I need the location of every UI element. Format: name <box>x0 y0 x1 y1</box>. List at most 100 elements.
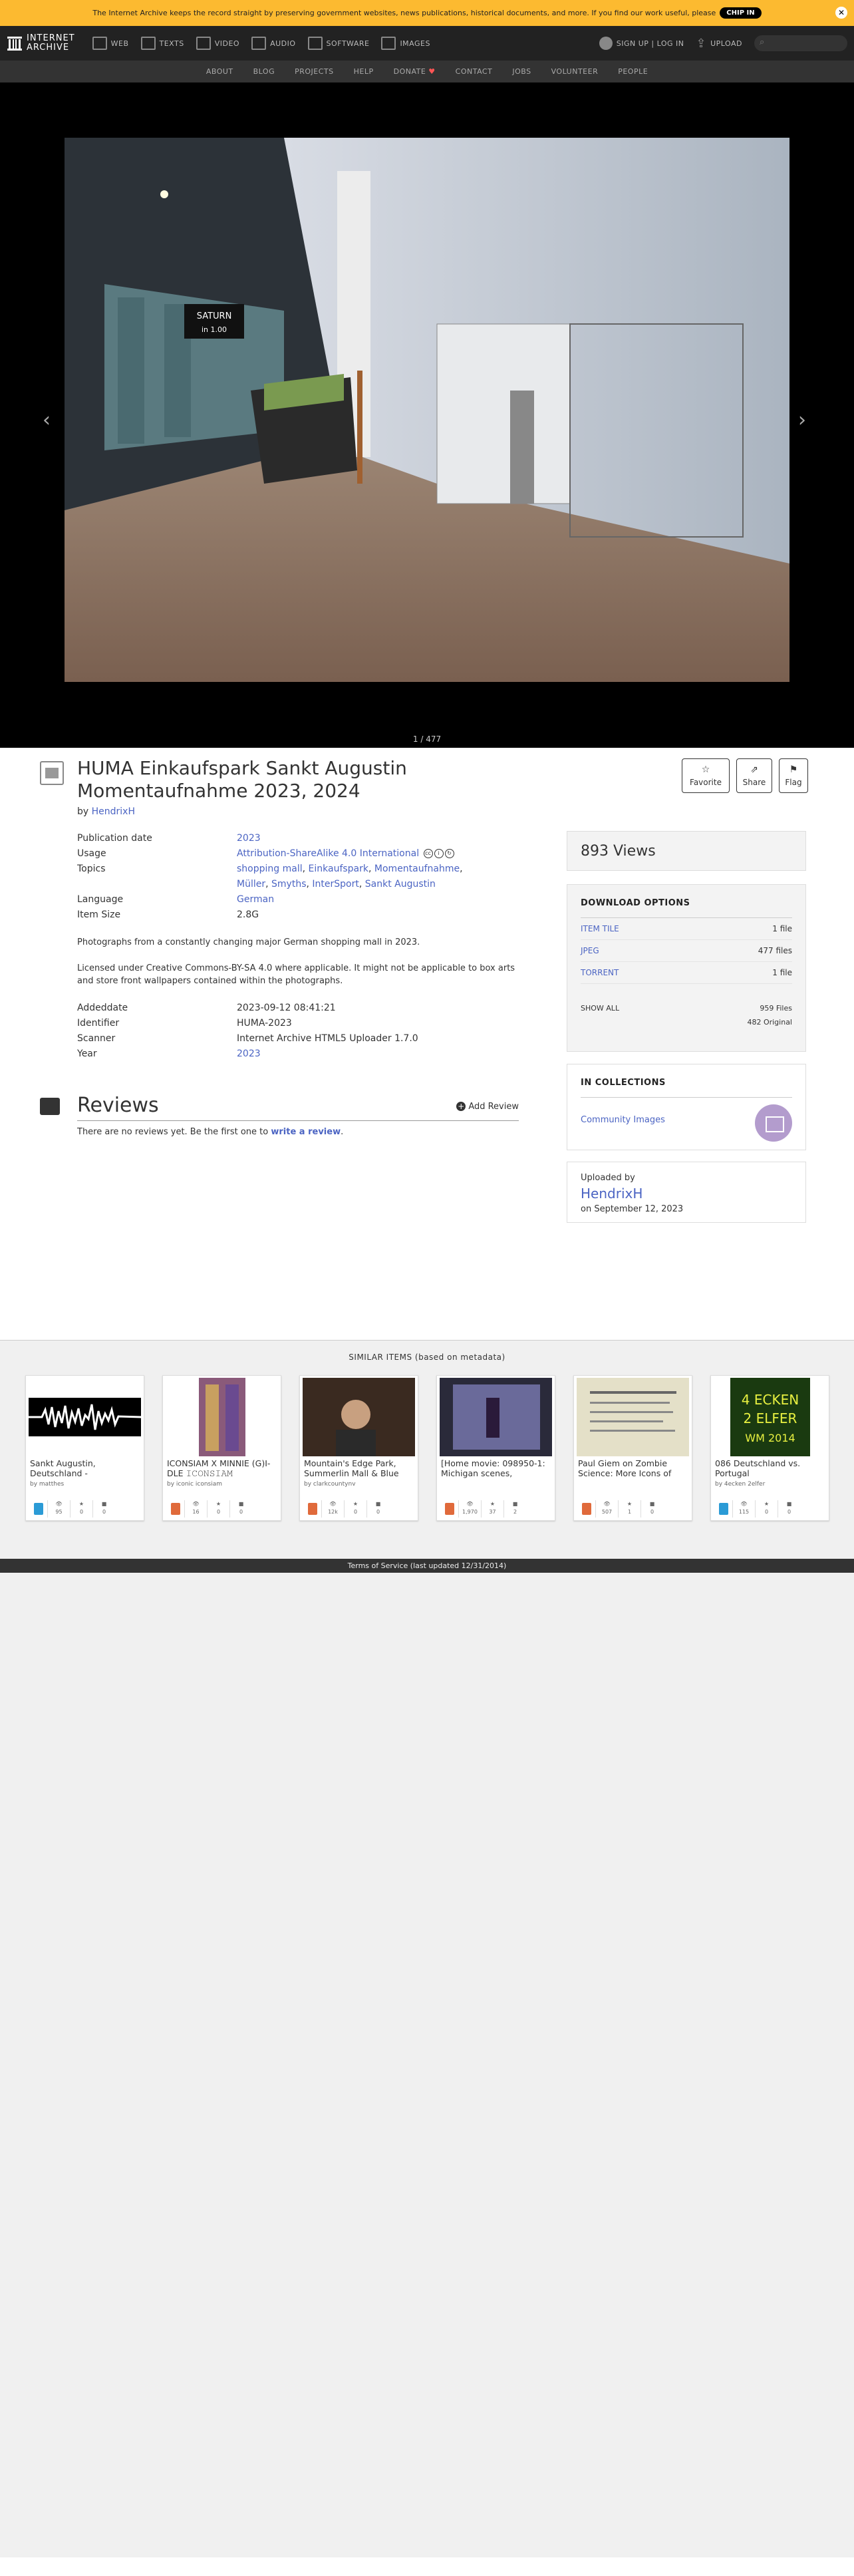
sub-navigation: ABOUT BLOG PROJECTS HELP DONATE ♥ CONTACT… <box>0 61 854 82</box>
topic-link[interactable]: InterSport <box>312 879 358 889</box>
nav-software-label: SOFTWARE <box>326 39 370 48</box>
view-count: 115 <box>738 1509 750 1515</box>
download-item-tile[interactable]: ITEM TILE <box>581 918 619 939</box>
dancer-thumb <box>198 1378 245 1456</box>
similar-item-author: by matthes <box>30 1481 65 1488</box>
user-icon[interactable] <box>599 37 613 50</box>
favorite-count: 37 <box>489 1509 496 1515</box>
topic-link[interactable]: Müller <box>237 879 265 889</box>
similar-item-tile[interactable]: Mountain's Edge Park, Summerlin Mall & B… <box>299 1375 418 1521</box>
nav-audio[interactable]: AUDIO <box>251 37 295 50</box>
signin-link[interactable]: SIGN UP | LOG IN <box>617 39 684 48</box>
search-input[interactable]: ⌕ <box>754 35 847 51</box>
topic-link[interactable]: Smyths <box>271 879 306 889</box>
similar-item-thumbnail[interactable] <box>300 1376 418 1458</box>
license-link[interactable]: Attribution-ShareAlike 4.0 International <box>237 848 419 859</box>
flag-button[interactable]: ⚑ Flag <box>779 758 808 793</box>
favorite-count: 0 <box>764 1509 769 1515</box>
reviews-count-icon: ■ <box>786 1501 792 1507</box>
image-viewer: ‹ SATURN in 1.00 › 1 / 477 <box>0 82 854 748</box>
reviews-heading: Reviews <box>77 1094 159 1117</box>
view-count: 507 <box>601 1509 613 1515</box>
subnav-donate[interactable]: DONATE ♥ <box>394 67 436 76</box>
favorites-icon: ★ <box>78 1501 84 1507</box>
page-count: 1 / 477 <box>412 734 442 744</box>
similar-item-title[interactable]: 086 Deutschland vs. Portugal <box>711 1458 829 1480</box>
scanner-label: Scanner <box>77 1033 116 1044</box>
similar-item-title[interactable]: Paul Giem on Zombie Science: More Icons … <box>574 1458 692 1480</box>
description-paragraph: Licensed under Creative Commons-BY-SA 4.… <box>77 963 515 986</box>
collection-link[interactable]: Community Images <box>581 1115 665 1125</box>
mall-photo-image: SATURN in 1.00 <box>65 138 789 682</box>
mall-photo[interactable]: SATURN in 1.00 <box>65 138 789 682</box>
download-torrent[interactable]: TORRENT <box>581 962 619 983</box>
write-review-link[interactable]: write a review <box>271 1127 341 1137</box>
views-icon: 👁 <box>192 1501 200 1507</box>
collection-image-icon[interactable] <box>755 1104 792 1142</box>
zombie-science-thumb <box>577 1378 689 1456</box>
similar-item-thumbnail[interactable] <box>26 1376 144 1458</box>
favorite-button[interactable]: ☆ Favorite <box>682 758 730 793</box>
nav-images[interactable]: IMAGES <box>381 37 430 50</box>
similar-item-title[interactable]: Sankt Augustin, Deutschland - <box>26 1458 144 1480</box>
next-arrow[interactable]: › <box>798 408 806 432</box>
language-link[interactable]: German <box>237 894 274 905</box>
nav-texts[interactable]: TEXTS <box>140 37 184 50</box>
software-icon <box>307 37 323 50</box>
nav-software[interactable]: SOFTWARE <box>307 37 370 50</box>
topic-link[interactable]: Einkaufspark <box>309 864 368 874</box>
archive-logo[interactable]: INTERNET ARCHIVE <box>7 34 75 53</box>
similar-item-thumbnail[interactable] <box>437 1376 555 1458</box>
similar-item-thumbnail[interactable] <box>163 1376 281 1458</box>
mediatype-icon <box>30 1500 47 1518</box>
similar-item-tile[interactable]: ICONSIAM X MINNIE (G)I-DLE 𝙸𝙲𝙾𝙽𝚂𝙸𝙰𝙼 by ic… <box>162 1375 281 1521</box>
subnav-people[interactable]: PEOPLE <box>618 67 648 76</box>
pubdate-link[interactable]: 2023 <box>237 833 261 844</box>
similar-item-title[interactable]: Mountain's Edge Park, Summerlin Mall & B… <box>300 1458 418 1480</box>
subnav-about[interactable]: ABOUT <box>206 67 233 76</box>
similar-item-tile[interactable]: Sankt Augustin, Deutschland - by matthes 👁… <box>25 1375 144 1521</box>
upload-icon[interactable]: ⇪ <box>696 37 707 51</box>
reviews-count-icon: ■ <box>375 1501 381 1507</box>
nav-video[interactable]: VIDEO <box>196 37 239 50</box>
close-icon[interactable]: ✕ <box>835 7 847 19</box>
topics-label: Topics <box>77 864 106 874</box>
description-paragraph: Photographs from a constantly changing m… <box>77 937 420 947</box>
similar-item-tile[interactable]: [Home movie: 098950-1: Michigan scenes, 👁… <box>436 1375 555 1521</box>
add-review-label: Add Review <box>468 1102 519 1112</box>
identifier-label: Identifier <box>77 1018 120 1029</box>
topic-link[interactable]: shopping mall <box>237 864 303 874</box>
uploader-link[interactable]: HendrixH <box>581 1186 642 1202</box>
favorite-label: Favorite <box>690 778 722 787</box>
review-count: 0 <box>376 1509 380 1515</box>
sa-icon: ↻ <box>444 849 454 858</box>
topic-link[interactable]: Sankt Augustin <box>365 879 436 889</box>
chip-in-button[interactable]: CHIP IN <box>720 7 762 19</box>
similar-item-title[interactable]: ICONSIAM X MINNIE (G)I-DLE 𝙸𝙲𝙾𝙽𝚂𝙸𝙰𝙼 <box>163 1458 281 1480</box>
show-all-link[interactable]: SHOW ALL <box>581 1004 619 1013</box>
logo-line2: ARCHIVE <box>27 43 70 53</box>
similar-item-tile[interactable]: 4 ECKEN 2 ELFER WM 2014 086 Deutschland vs.… <box>710 1375 829 1521</box>
similar-item-title[interactable]: [Home movie: 098950-1: Michigan scenes, <box>437 1458 555 1480</box>
topics-list: shopping mall, Einkaufspark, Momentaufna… <box>237 864 463 889</box>
author-link[interactable]: HendrixH <box>92 806 135 817</box>
subnav-help[interactable]: HELP <box>354 67 374 76</box>
similar-item-thumbnail[interactable] <box>574 1376 692 1458</box>
prev-arrow[interactable]: ‹ <box>43 408 51 432</box>
share-button[interactable]: ⇗ Share <box>736 758 772 793</box>
topic-link[interactable]: Momentaufnahme <box>374 864 460 874</box>
heart-icon: ♥ <box>428 67 436 76</box>
nav-web[interactable]: WEB <box>92 37 129 50</box>
add-review-button[interactable]: + Add Review <box>456 1102 519 1112</box>
subnav-contact[interactable]: CONTACT <box>456 67 493 76</box>
footer[interactable]: Terms of Service (last updated 12/31/201… <box>0 1559 854 1573</box>
year-link[interactable]: 2023 <box>237 1048 261 1059</box>
upload-link[interactable]: UPLOAD <box>710 39 742 48</box>
download-jpeg[interactable]: JPEG <box>581 940 599 961</box>
subnav-volunteer[interactable]: VOLUNTEER <box>551 67 599 76</box>
subnav-jobs[interactable]: JOBS <box>512 67 531 76</box>
subnav-blog[interactable]: BLOG <box>253 67 275 76</box>
subnav-projects[interactable]: PROJECTS <box>295 67 334 76</box>
similar-item-tile[interactable]: Paul Giem on Zombie Science: More Icons … <box>573 1375 692 1521</box>
similar-item-thumbnail[interactable]: 4 ECKEN 2 ELFER WM 2014 <box>711 1376 829 1458</box>
